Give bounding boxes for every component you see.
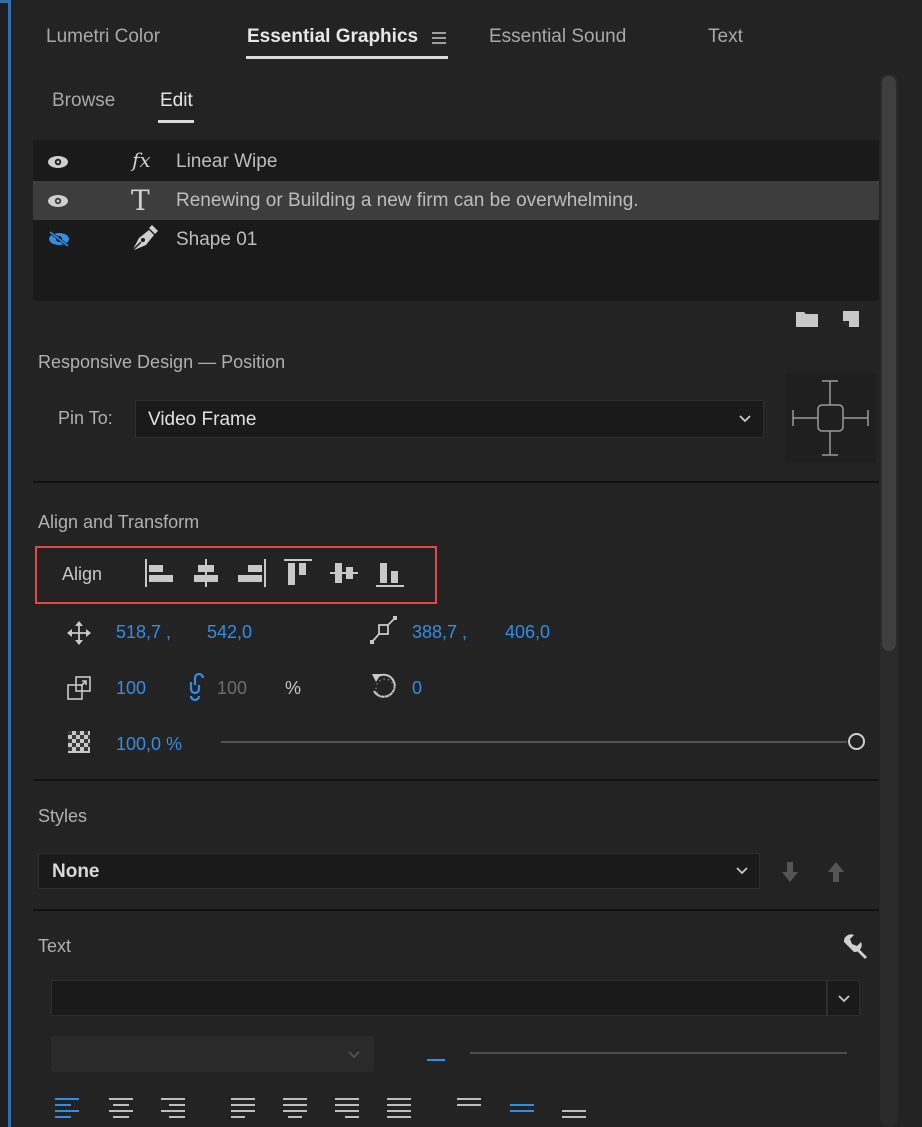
align-horizontal-center-icon[interactable] [190, 557, 222, 589]
scale-width-value: 100 [217, 678, 248, 698]
justify-all-icon[interactable] [385, 1094, 413, 1120]
align-text-left-icon[interactable] [53, 1094, 81, 1120]
font-size-slider-track[interactable] [470, 1052, 847, 1054]
scale-icon [67, 676, 91, 700]
styles-dropdown[interactable]: None [38, 853, 760, 889]
pen-tool-icon [131, 225, 158, 252]
scrollbar-thumb[interactable] [882, 76, 896, 651]
new-layer-icon[interactable] [841, 309, 861, 329]
font-style-dropdown[interactable] [51, 1036, 374, 1072]
align-text-top-icon[interactable] [455, 1094, 483, 1120]
subtab-browse[interactable]: Browse [52, 90, 115, 112]
anchor-point-icon [370, 616, 397, 644]
tab-essential-sound[interactable]: Essential Sound [489, 26, 626, 48]
opacity-slider-handle[interactable] [848, 733, 865, 750]
pull-from-style-icon[interactable] [826, 860, 846, 884]
tab-essential-graphics[interactable]: Essential Graphics [247, 26, 418, 48]
layer-row-shape[interactable]: Shape 01 [33, 220, 879, 259]
section-divider [33, 481, 879, 483]
new-group-icon[interactable] [795, 310, 819, 328]
eye-hidden-icon[interactable] [47, 229, 71, 249]
pin-to-label: Pin To: [58, 408, 113, 428]
opacity-icon [68, 731, 90, 753]
align-text-right-icon[interactable] [159, 1094, 187, 1120]
scale-value[interactable]: 100 [116, 678, 146, 699]
pin-to-value: Video Frame [148, 409, 257, 430]
opacity-value[interactable]: 100,0 % [116, 734, 182, 755]
anchor-x-value[interactable]: 388,7 , [412, 622, 467, 643]
section-title-text: Text [38, 936, 72, 956]
layer-row-linear-wipe[interactable]: fx Linear Wipe [33, 142, 879, 181]
opacity-slider-track[interactable] [221, 741, 847, 743]
justify-right-icon[interactable] [333, 1094, 361, 1120]
eye-icon[interactable] [47, 155, 69, 169]
tab-text[interactable]: Text [708, 26, 743, 48]
font-family-dropdown-button[interactable] [827, 980, 860, 1016]
svg-text:T: T [131, 186, 150, 214]
align-label: Align [62, 564, 103, 584]
align-text-center-icon[interactable] [107, 1094, 135, 1120]
align-text-middle-icon[interactable] [508, 1094, 536, 1120]
active-subtab-indicator [158, 120, 194, 123]
layer-row-text[interactable]: T Renewing or Building a new firm can be… [33, 181, 879, 220]
eye-icon[interactable] [47, 194, 69, 208]
active-tab-indicator [246, 56, 448, 59]
justify-center-icon[interactable] [281, 1094, 309, 1120]
align-text-bottom-icon[interactable] [560, 1094, 588, 1120]
type-tool-icon: T [131, 186, 150, 214]
svg-text:fx: fx [130, 148, 151, 172]
font-family-dropdown[interactable] [51, 980, 827, 1016]
chevron-down-icon [736, 867, 748, 875]
align-top-icon[interactable] [282, 557, 314, 589]
tab-lumetri-color[interactable]: Lumetri Color [46, 26, 160, 48]
pin-edges-icon [792, 380, 869, 456]
chevron-down-icon [739, 415, 751, 423]
position-y-value[interactable]: 542,0 [207, 622, 252, 643]
section-title-responsive-design: Responsive Design — Position [38, 352, 286, 372]
fx-icon: fx [130, 148, 151, 172]
align-bottom-icon[interactable] [374, 557, 406, 589]
layer-name: Renewing or Building a new firm can be o… [176, 190, 639, 211]
rotation-icon [372, 673, 396, 698]
align-left-icon[interactable] [143, 557, 175, 589]
position-icon [67, 621, 91, 645]
section-divider [33, 909, 879, 911]
frame-left-border [8, 0, 11, 1127]
justify-left-icon[interactable] [229, 1094, 257, 1120]
pin-to-dropdown[interactable]: Video Frame [135, 400, 764, 438]
panel-menu-icon[interactable] [430, 27, 448, 52]
layer-name: Shape 01 [176, 229, 258, 250]
rotation-value[interactable]: 0 [412, 678, 422, 699]
align-right-icon[interactable] [236, 557, 268, 589]
link-scale-icon[interactable] [186, 672, 204, 702]
chevron-down-icon [838, 995, 850, 1003]
pin-edges-widget[interactable] [785, 373, 876, 463]
section-title-align-transform: Align and Transform [38, 512, 200, 532]
section-divider [33, 779, 879, 781]
chevron-down-icon [348, 1051, 360, 1059]
position-x-value[interactable]: 518,7 , [116, 622, 171, 643]
anchor-y-value[interactable]: 406,0 [505, 622, 550, 643]
styles-value: None [52, 861, 100, 882]
layer-name: Linear Wipe [176, 151, 278, 172]
align-vertical-center-icon[interactable] [328, 557, 360, 589]
font-size-value-indicator[interactable] [427, 1059, 445, 1061]
scale-unit-label: % [285, 678, 302, 698]
wrench-icon[interactable] [840, 932, 868, 960]
section-title-styles: Styles [38, 806, 88, 826]
push-to-style-icon[interactable] [780, 860, 800, 884]
subtab-edit[interactable]: Edit [160, 90, 193, 112]
